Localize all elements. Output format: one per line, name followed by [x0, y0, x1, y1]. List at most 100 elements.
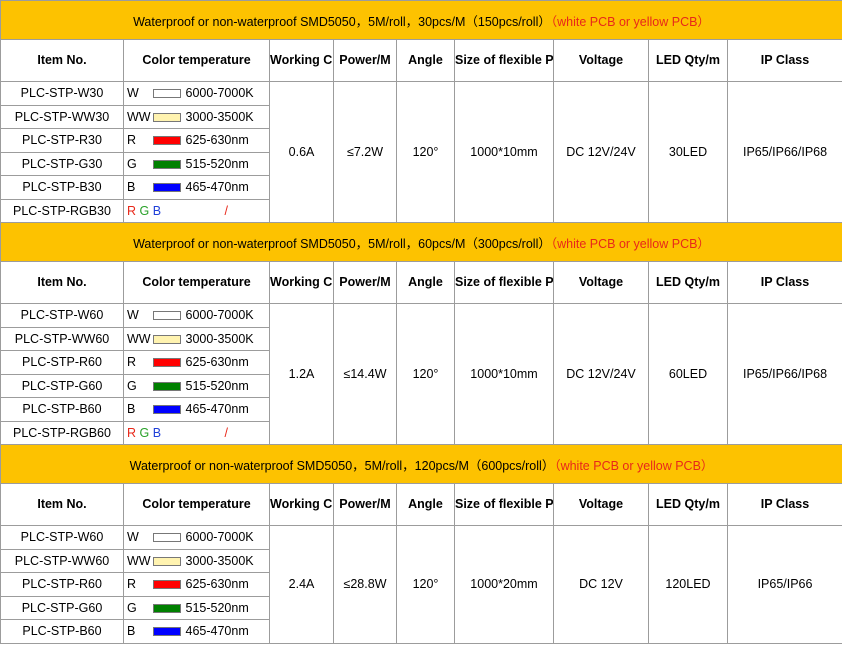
color-range: 625-630nm	[183, 572, 270, 597]
color-code-cell: W	[123, 81, 184, 106]
spec-qty: 30LED	[648, 81, 728, 223]
color-code: G	[127, 378, 137, 393]
item-number: PLC-STP-W60	[0, 525, 124, 550]
color-swatch	[153, 358, 181, 368]
color-swatch	[153, 311, 181, 321]
item-number: PLC-STP-R30	[0, 128, 124, 153]
spec-power: ≤28.8W	[333, 525, 397, 644]
section-banner: Waterproof or non-waterproof SMD5050，5M/…	[0, 0, 842, 40]
section-title: Waterproof or non-waterproof SMD5050，5M/…	[0, 0, 842, 40]
header-power: Power/M	[333, 483, 397, 526]
color-code: W	[127, 530, 139, 545]
section-title: Waterproof or non-waterproof SMD5050，5M/…	[0, 444, 842, 484]
color-range: 515-520nm	[183, 373, 270, 398]
rgb-letter-g: G	[139, 203, 153, 218]
header-voltage: Voltage	[553, 261, 649, 304]
spec-size: 1000*10mm	[454, 81, 554, 223]
rgb-letter-g: G	[139, 425, 153, 440]
item-number: PLC-STP-R60	[0, 572, 124, 597]
spec-power: ≤7.2W	[333, 81, 397, 223]
spec-angle: 120°	[396, 303, 455, 445]
header-voltage: Voltage	[553, 39, 649, 82]
color-code: W	[127, 86, 139, 101]
color-range: 6000-7000K	[183, 81, 270, 106]
spec-size: 1000*10mm	[454, 303, 554, 445]
section-title: Waterproof or non-waterproof SMD5050，5M/…	[0, 222, 842, 262]
color-range: 465-470nm	[183, 619, 270, 644]
header-angle: Angle	[396, 39, 455, 82]
item-number: PLC-STP-R60	[0, 350, 124, 375]
header-color: Color temperature	[123, 39, 270, 82]
header-item: Item No.	[0, 483, 124, 526]
color-swatch	[153, 533, 181, 543]
spec-voltage: DC 12V/24V	[553, 303, 649, 445]
spec-ip: IP65/IP66	[726, 525, 842, 644]
color-code-cell: B	[123, 619, 184, 644]
table-row: PLC-STP-W30 W 6000-7000K 0.6A ≤7.2W 120° 1000*…	[0, 81, 842, 223]
spec-current: 1.2A	[269, 303, 334, 445]
color-swatch	[153, 159, 181, 169]
rgb-letter-r: R	[127, 203, 140, 218]
header-size: Size of flexible PCB	[454, 39, 554, 82]
header-qty: LED Qty/m	[648, 483, 728, 526]
color-code: W	[127, 308, 139, 323]
column-header-row: Item No.Color temperatureWorking Current…	[0, 39, 842, 82]
item-number: PLC-STP-RGB60	[0, 420, 124, 445]
header-angle: Angle	[396, 483, 455, 526]
item-number: PLC-STP-G60	[0, 373, 124, 398]
color-swatch	[153, 381, 181, 391]
spec-ip: IP65/IP66/IP68	[726, 303, 842, 445]
color-code: WW	[127, 331, 151, 346]
spec-table-body: Waterproof or non-waterproof SMD5050，5M/…	[0, 0, 842, 644]
header-qty: LED Qty/m	[648, 261, 728, 304]
color-range: 625-630nm	[183, 128, 270, 153]
color-swatch	[153, 136, 181, 146]
color-code: B	[127, 624, 136, 639]
color-code-cell: R	[123, 128, 184, 153]
item-number: PLC-STP-B30	[0, 175, 124, 200]
header-power: Power/M	[333, 39, 397, 82]
spec-voltage: DC 12V	[553, 525, 649, 644]
color-code-cell: B	[123, 397, 184, 422]
color-swatch	[153, 183, 181, 193]
spec-voltage: DC 12V/24V	[553, 81, 649, 223]
color-code-cell: G	[123, 373, 184, 398]
color-range: 3000-3500K	[183, 326, 270, 351]
color-code-cell: R G B	[123, 420, 184, 445]
color-code: G	[127, 600, 137, 615]
item-number: PLC-STP-B60	[0, 619, 124, 644]
color-code-cell: W	[123, 525, 184, 550]
column-header-row: Item No.Color temperatureWorking Current…	[0, 261, 842, 304]
color-swatch	[153, 556, 181, 566]
header-item: Item No.	[0, 261, 124, 304]
column-header-row: Item No.Color temperatureWorking Current…	[0, 483, 842, 526]
item-number: PLC-STP-RGB30	[0, 198, 124, 223]
header-current: Working Current	[269, 261, 334, 304]
spec-qty: 60LED	[648, 303, 728, 445]
color-swatch	[153, 580, 181, 590]
color-swatch	[153, 603, 181, 613]
header-size: Size of flexible PCB	[454, 483, 554, 526]
color-swatch	[153, 112, 181, 122]
header-voltage: Voltage	[553, 483, 649, 526]
item-number: PLC-STP-WW60	[0, 326, 124, 351]
color-code: B	[127, 180, 136, 195]
header-color: Color temperature	[123, 261, 270, 304]
color-code: WW	[127, 109, 151, 124]
header-angle: Angle	[396, 261, 455, 304]
color-code: R	[127, 577, 137, 592]
item-number: PLC-STP-G60	[0, 595, 124, 620]
spec-ip: IP65/IP66/IP68	[726, 81, 842, 223]
item-number: PLC-STP-WW60	[0, 548, 124, 573]
color-code-cell: WW	[123, 326, 184, 351]
spec-table: Waterproof or non-waterproof SMD5050，5M/…	[0, 0, 842, 644]
table-row: PLC-STP-W60 W 6000-7000K 2.4A ≤28.8W 120° 1000…	[0, 525, 842, 644]
header-color: Color temperature	[123, 483, 270, 526]
section-banner: Waterproof or non-waterproof SMD5050，5M/…	[0, 444, 842, 484]
header-qty: LED Qty/m	[648, 39, 728, 82]
header-current: Working Current	[269, 483, 334, 526]
header-item: Item No.	[0, 39, 124, 82]
color-code: R	[127, 133, 137, 148]
color-code: B	[127, 402, 136, 417]
rgb-letter-b: B	[152, 425, 162, 440]
